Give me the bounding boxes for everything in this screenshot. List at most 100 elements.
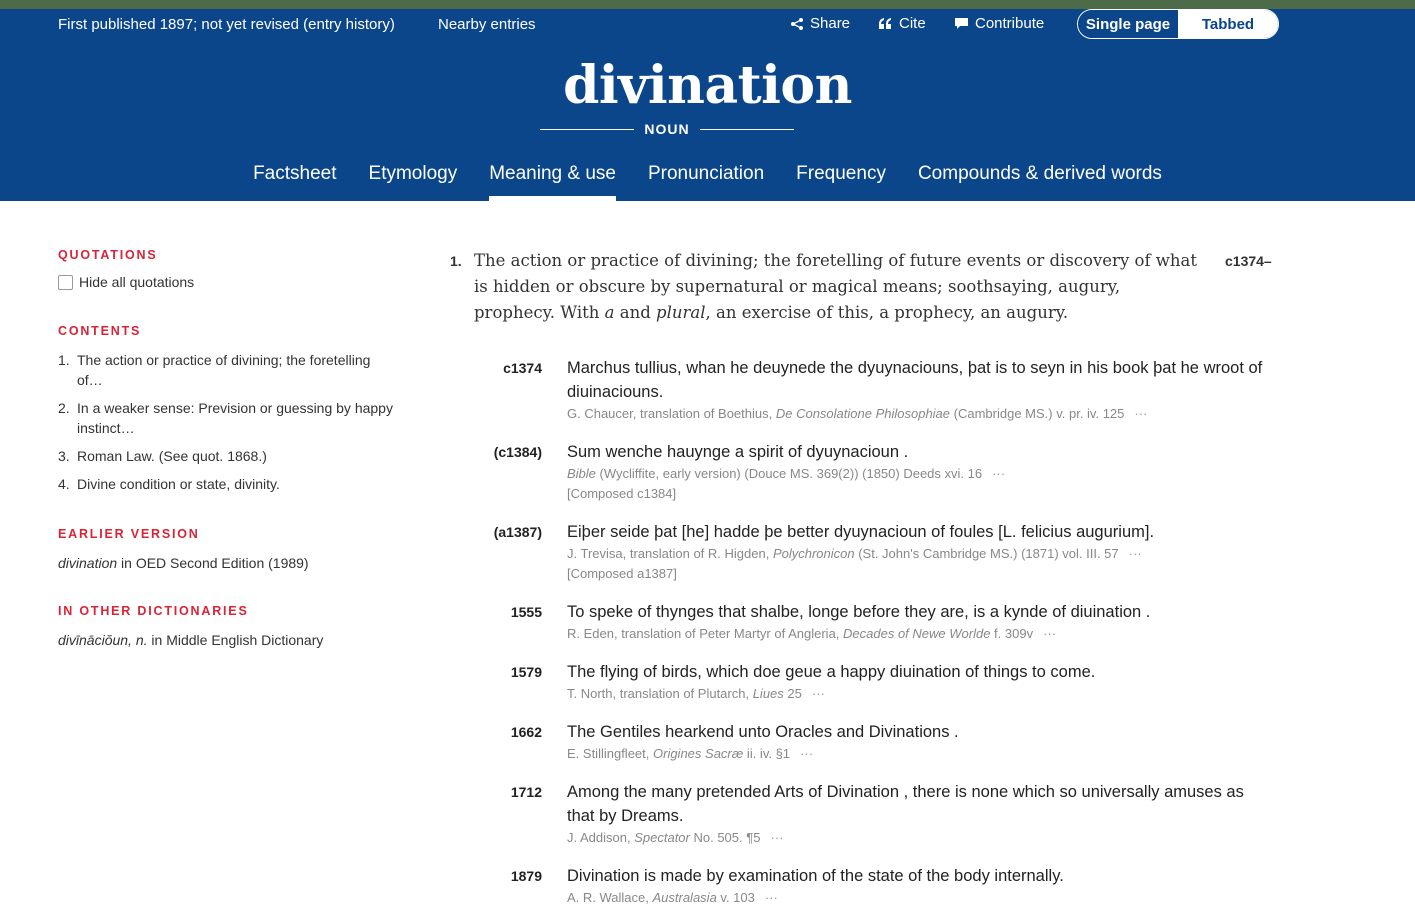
quotation-body: Eiþer seide þat [he] hadde þe better dyu…: [567, 520, 1267, 584]
tab-factsheet[interactable]: Factsheet: [237, 163, 352, 201]
cite-button[interactable]: Cite: [878, 15, 926, 32]
contribute-button[interactable]: Contribute: [954, 15, 1044, 32]
earlier-version-link[interactable]: divination in OED Second Edition (1989): [58, 555, 398, 571]
quotation-source[interactable]: E. Stillingfleet, Origines Sacræ ii. iv.…: [567, 744, 1267, 764]
quotation-source[interactable]: A. R. Wallace, Australasia v. 103 ···: [567, 888, 1267, 908]
quotation-date: 1555: [510, 604, 542, 620]
share-icon: [791, 17, 803, 30]
quotation-body: To speke of thynges that shalbe, longe b…: [567, 600, 1267, 644]
divider-line: [540, 128, 635, 130]
more-options-icon[interactable]: ···: [992, 466, 1005, 481]
sense-definition: The action or practice of divining; the …: [474, 248, 1202, 326]
tabbed-toggle[interactable]: Tabbed: [1178, 10, 1278, 38]
quotation-source[interactable]: J. Addison, Spectator No. 505. ¶5 ···: [567, 828, 1267, 848]
other-dictionary-link[interactable]: divīnāciŏun, n. in Middle English Dictio…: [58, 632, 398, 648]
source-detail: f. 309v: [990, 626, 1034, 641]
contents-text: The action or practice of divining; the …: [77, 352, 371, 388]
more-options-icon[interactable]: ···: [800, 746, 813, 761]
quotation: 1662 The Gentiles hearkend unto Oracles a…: [450, 720, 1270, 764]
source-title: Spectator: [634, 830, 690, 845]
quotation-text: The flying of birds, which doe geue a ha…: [567, 663, 1096, 681]
definition-italic: plural: [656, 303, 706, 322]
more-options-icon[interactable]: ···: [1129, 546, 1142, 561]
cite-label: Cite: [899, 15, 926, 32]
more-options-icon[interactable]: ···: [770, 830, 783, 845]
share-button[interactable]: Share: [790, 15, 850, 32]
contents-text: Roman Law. (See quot. 1868.): [77, 448, 267, 464]
section-tabs: Factsheet Etymology Meaning & use Pronuncia…: [0, 163, 1415, 201]
source-title: Australasia: [652, 890, 717, 905]
quotation-body: Among the many pretended Arts of Divinat…: [567, 780, 1267, 848]
tab-meaning-use[interactable]: Meaning & use: [473, 163, 632, 201]
part-of-speech-row: NOUN: [540, 121, 795, 137]
quotation-date: 1712: [510, 784, 542, 800]
other-dictionary-word: divīnāciŏun, n.: [58, 632, 148, 648]
tab-compounds-derived-words[interactable]: Compounds & derived words: [902, 163, 1178, 201]
sense-number: 1.: [450, 253, 462, 269]
single-page-toggle[interactable]: Single page: [1078, 10, 1178, 38]
more-options-icon[interactable]: ···: [812, 686, 825, 701]
quotation-source[interactable]: J. Trevisa, translation of R. Higden, Po…: [567, 544, 1267, 564]
quotation-source[interactable]: Bible (Wycliffite, early version) (Douce…: [567, 464, 1267, 484]
publication-history-link[interactable]: First published 1897; not yet revised (e…: [58, 16, 395, 33]
source-author: J. Trevisa, translation of R. Higden,: [567, 546, 773, 561]
quotation-date: 1879: [510, 868, 542, 884]
quotation: 1555 To speke of thynges that shalbe, lon…: [450, 600, 1270, 644]
contents-number: 2.: [58, 400, 70, 416]
quote-icon: [879, 17, 891, 29]
quotation: c1374 Marchus tullius, whan he deuynede t…: [450, 356, 1270, 424]
nearby-entries-link[interactable]: Nearby entries: [438, 16, 536, 33]
tab-etymology[interactable]: Etymology: [353, 163, 474, 201]
earlier-version-text: in OED Second Edition (1989): [117, 555, 309, 571]
quotation-date: 1662: [510, 724, 542, 740]
source-title: De Consolatione Philosophiae: [775, 406, 951, 421]
contents-text: Divine condition or state, divinity.: [77, 476, 280, 492]
quotation-body: Sum wenche hauynge a spirit of dyuynacio…: [567, 440, 1267, 504]
definition-italic: a: [604, 303, 615, 322]
more-options-icon[interactable]: ···: [1134, 406, 1147, 421]
hide-quotations-control[interactable]: Hide all quotations: [58, 274, 398, 290]
source-title: Bible: [567, 466, 596, 481]
source-author: G. Chaucer, translation of Boethius,: [567, 406, 776, 421]
tab-frequency[interactable]: Frequency: [780, 163, 902, 201]
quotation-source[interactable]: R. Eden, translation of Peter Martyr of …: [567, 624, 1267, 644]
quotation-date: 1579: [510, 664, 542, 680]
more-options-icon[interactable]: ···: [765, 890, 778, 905]
comment-icon: [955, 18, 968, 29]
definition-text: , an exercise of this, a prophecy, an au…: [705, 303, 1069, 322]
hide-quotations-checkbox[interactable]: [58, 274, 73, 290]
quotation-source[interactable]: G. Chaucer, translation of Boethius, De …: [567, 404, 1267, 424]
quotation-text: Among the many pretended Arts of Divinat…: [567, 783, 1244, 825]
other-dictionary-text: in Middle English Dictionary: [147, 632, 324, 648]
contents-item[interactable]: 2. In a weaker sense: Prevision or guessi…: [58, 398, 398, 438]
sidebar: QUOTATIONS Hide all quotations CONTENTS …: [58, 248, 398, 648]
view-toggle: Single page Tabbed: [1077, 9, 1279, 39]
source-detail: (St. John's Cambridge MS.) (1871) vol. I…: [854, 546, 1119, 561]
source-detail: No. 505. ¶5: [689, 830, 761, 845]
source-title: Decades of Newe Worlde: [843, 626, 991, 641]
contents-item[interactable]: 4. Divine condition or state, divinity.: [58, 474, 398, 494]
more-options-icon[interactable]: ···: [1043, 626, 1056, 641]
entry-toolbar: First published 1897; not yet revised (e…: [0, 9, 1415, 39]
meaning-section: 1. The action or practice of divining; t…: [450, 248, 1272, 924]
definition-text: and: [614, 303, 657, 322]
quotation: 1712 Among the many pretended Arts of Div…: [450, 780, 1270, 848]
source-detail: 25: [783, 686, 802, 701]
source-detail: (Cambridge MS.) v. pr. iv. 125: [950, 406, 1125, 421]
contents-number: 3.: [58, 448, 70, 464]
quotation-body: Marchus tullius, whan he deuynede the dy…: [567, 356, 1267, 424]
contents-item[interactable]: 1. The action or practice of divining; th…: [58, 350, 398, 390]
tab-pronunciation[interactable]: Pronunciation: [632, 163, 780, 201]
quotation-source[interactable]: T. North, translation of Plutarch, Liues…: [567, 684, 1267, 704]
quotations-heading: QUOTATIONS: [58, 248, 158, 262]
composed-date: [Composed a1387]: [567, 566, 677, 581]
source-author: R. Eden, translation of Peter Martyr of …: [567, 626, 844, 641]
source-author: A. R. Wallace,: [567, 890, 653, 905]
sense-1: 1. The action or practice of divining; t…: [450, 248, 1272, 326]
entry-banner: First published 1897; not yet revised (e…: [0, 9, 1415, 201]
source-title: Origines Sacræ: [653, 746, 744, 761]
part-of-speech: NOUN: [644, 121, 690, 137]
contents-item[interactable]: 3. Roman Law. (See quot. 1868.): [58, 446, 398, 466]
quotation-body: The Gentiles hearkend unto Oracles and D…: [567, 720, 1267, 764]
quotation: 1579 The flying of birds, which doe geue …: [450, 660, 1270, 704]
